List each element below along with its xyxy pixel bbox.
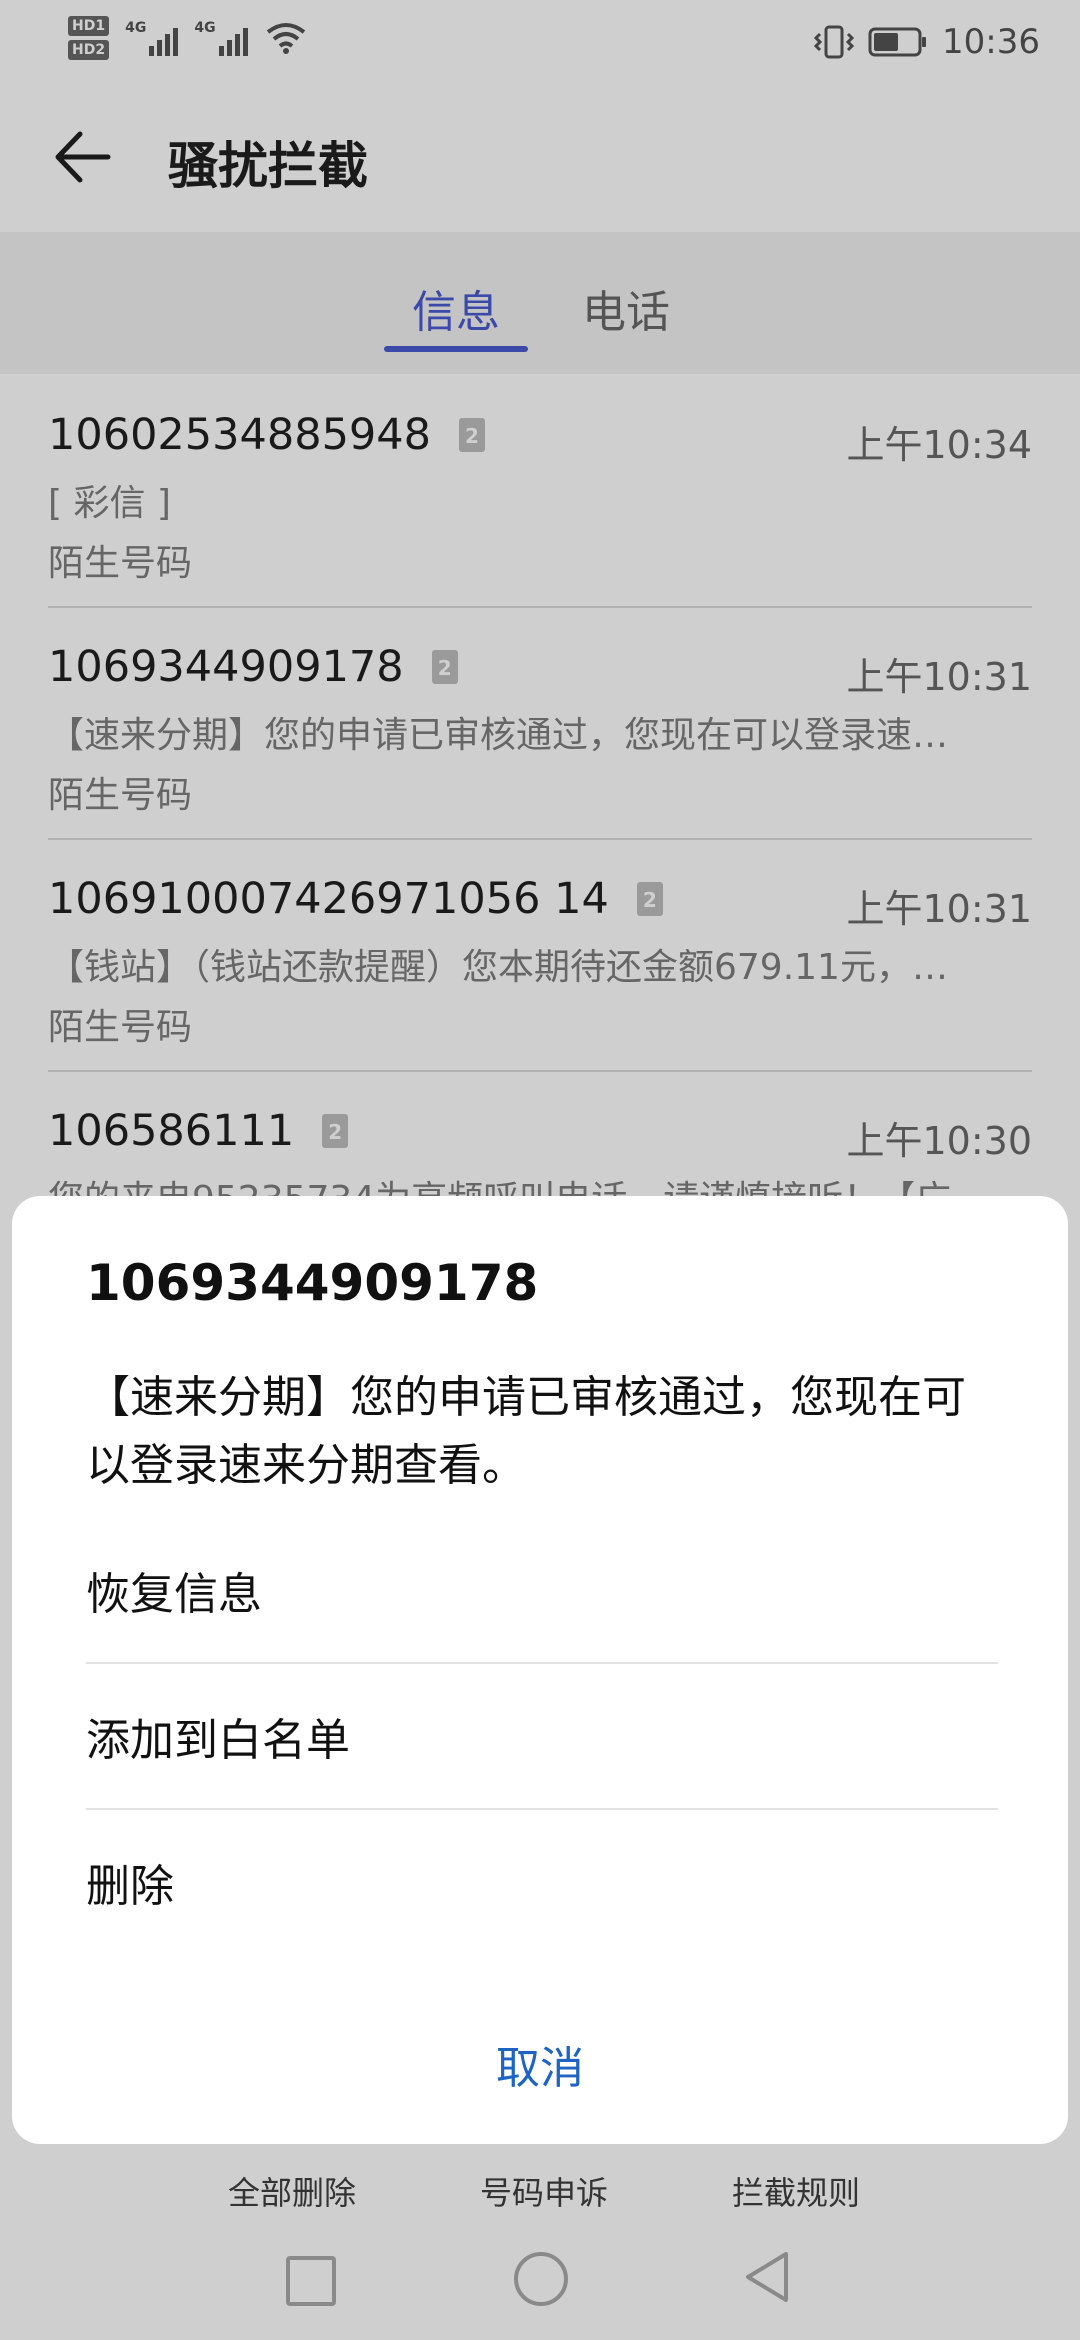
sender-number-text: 106910007426971056 14 (48, 874, 609, 924)
hd1-badge: HD1 (68, 16, 110, 36)
tab-calls[interactable]: 电话 (582, 276, 670, 340)
sender-tag: 陌生号码 (48, 543, 193, 584)
cancel-button[interactable]: 取消 (12, 2032, 1068, 2096)
sheet-title: 1069344909178 (86, 1254, 539, 1312)
sender-number-text: 10602534885948 (48, 410, 432, 460)
page-title: 骚扰拦截 (168, 137, 368, 195)
sim-card-icon: 2 (459, 418, 486, 452)
message-action-sheet: 1069344909178 【速来分期】您的申请已审核通过，您现在可以登录速来分… (12, 1196, 1068, 2144)
sender-tag: 陌生号码 (48, 775, 193, 816)
message-time: 上午10:31 (846, 887, 1032, 931)
signal-icon-1: 4G (125, 20, 179, 56)
hd2-badge: HD2 (68, 40, 110, 60)
wifi-icon (266, 23, 305, 54)
sender-number-text: 1069344909178 (48, 642, 404, 692)
recents-icon[interactable] (286, 2256, 336, 2306)
tab-bar: 信息 电话 (0, 232, 1080, 374)
back-icon[interactable] (742, 2250, 792, 2304)
tab-messages[interactable]: 信息 (412, 276, 500, 340)
list-item[interactable]: 10602534885948 2 上午10:34 [ 彩信 ] 陌生号码 (48, 374, 1032, 608)
app-bar: 骚扰拦截 (0, 90, 1080, 232)
vibrate-icon (814, 25, 855, 59)
block-rules-button[interactable]: 拦截规则 (732, 2168, 860, 2214)
back-arrow-icon[interactable] (50, 122, 120, 192)
restore-message-option[interactable]: 恢复信息 (86, 1518, 998, 1664)
sheet-message-body: 【速来分期】您的申请已审核通过，您现在可以登录速来分期查看。 (86, 1372, 966, 1491)
status-bar: HD1 HD2 4G 4G 10:36 (0, 0, 1080, 90)
sender-number: 10602534885948 2 (48, 410, 486, 460)
hd-indicators: HD1 HD2 (68, 16, 110, 60)
sender-number: 106586111 2 (48, 1106, 349, 1156)
message-time: 上午10:31 (846, 655, 1032, 699)
bottom-action-bar: 全部删除 号码申诉 拦截规则 (0, 2144, 1080, 2230)
sender-number-text: 106586111 (48, 1106, 295, 1156)
message-time: 上午10:30 (846, 1119, 1032, 1163)
network-type-2: 4G (194, 20, 216, 36)
message-preview: 【钱站】（钱站还款提醒）您本期待还金额679.11元，… (48, 947, 948, 988)
status-left: HD1 HD2 4G 4G (68, 16, 306, 60)
system-nav-bar (0, 2230, 1080, 2340)
delete-all-button[interactable]: 全部删除 (228, 2168, 356, 2214)
sender-tag: 陌生号码 (48, 1007, 193, 1048)
battery-icon (868, 27, 927, 57)
network-type-1: 4G (125, 20, 147, 36)
sim-card-icon: 2 (431, 650, 458, 684)
sender-number: 106910007426971056 14 2 (48, 874, 663, 924)
number-appeal-button[interactable]: 号码申诉 (480, 2168, 608, 2214)
tab-indicator (384, 346, 528, 352)
sim-card-icon: 2 (322, 1114, 349, 1148)
signal-icon-2: 4G (194, 20, 248, 56)
message-preview: [ 彩信 ] (48, 483, 171, 524)
clock: 10:36 (942, 22, 1040, 62)
list-item[interactable]: 106910007426971056 14 2 上午10:31 【钱站】（钱站还… (48, 838, 1032, 1072)
message-time: 上午10:34 (846, 423, 1032, 467)
status-right: 10:36 (814, 22, 1040, 62)
message-preview: 【速来分期】您的申请已审核通过，您现在可以登录速… (48, 715, 949, 756)
home-icon[interactable] (514, 2252, 568, 2306)
add-to-whitelist-option[interactable]: 添加到白名单 (86, 1664, 998, 1810)
delete-option[interactable]: 删除 (86, 1810, 998, 1954)
sender-number: 1069344909178 2 (48, 642, 458, 692)
sim-card-icon: 2 (636, 882, 663, 916)
list-item[interactable]: 1069344909178 2 上午10:31 【速来分期】您的申请已审核通过，… (48, 606, 1032, 840)
